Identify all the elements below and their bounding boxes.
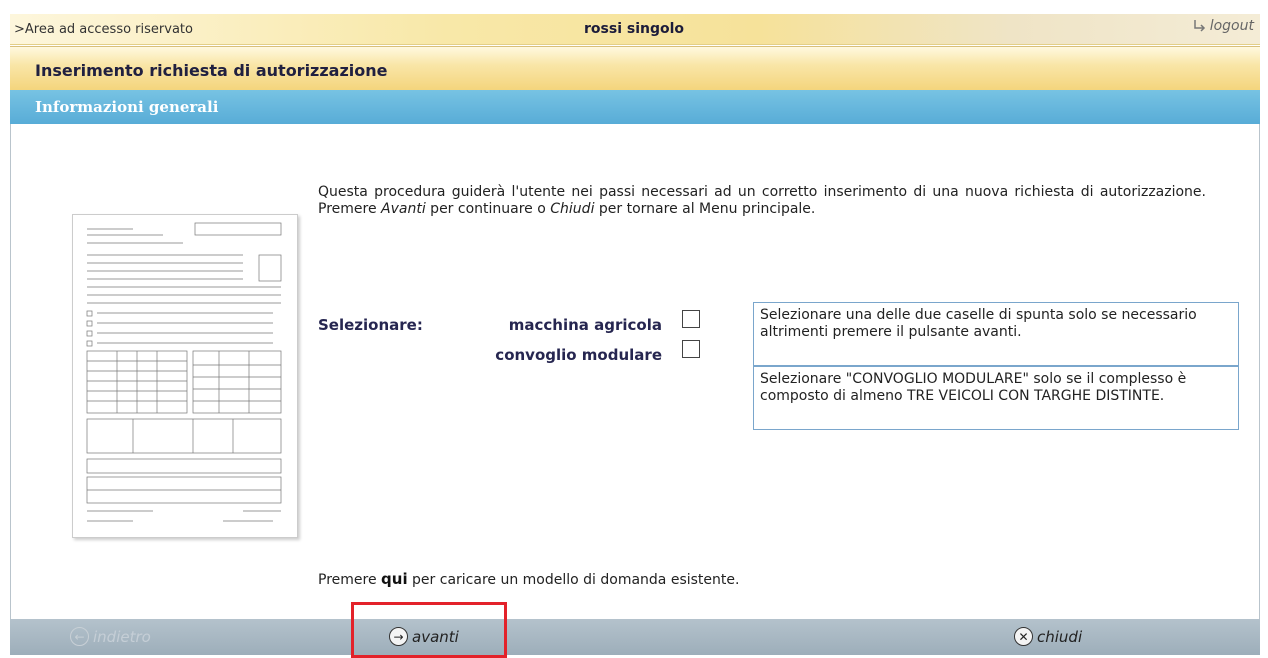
area-label: >Area ad accesso riservato — [14, 22, 193, 37]
close-button-label: chiudi — [1037, 627, 1083, 646]
top-bar: >Area ad accesso riservato rossi singolo… — [10, 14, 1260, 45]
macchina-agricola-checkbox[interactable] — [682, 310, 700, 328]
load-text: Premere — [318, 572, 382, 588]
info-box-convoglio: Selezionare "CONVOGLIO MODULARE" solo se… — [753, 366, 1239, 430]
page-title: Inserimento richiesta di autorizzazione — [35, 61, 388, 80]
convoglio-modulare-checkbox[interactable] — [682, 340, 700, 358]
info-box-checkbox: Selezionare una delle due caselle di spu… — [753, 302, 1239, 366]
logout-label: logout — [1209, 18, 1254, 34]
intro-text-part: per tornare al Menu principale. — [594, 201, 816, 217]
load-model-line: Premere qui per caricare un modello di d… — [318, 570, 739, 588]
logout-link[interactable]: logout — [1192, 18, 1254, 34]
intro-text-part: per continuare o — [425, 201, 551, 217]
option-macchina-agricola-label: macchina agricola — [508, 316, 662, 334]
option-convoglio-modulare-label: convoglio modulare — [495, 346, 662, 364]
back-arrow-icon: ← — [70, 627, 89, 646]
footer-bar: ← indietro → avanti ✕ chiudi — [10, 619, 1260, 655]
logout-arrow-icon — [1193, 20, 1205, 32]
user-name: rossi singolo — [584, 21, 685, 37]
form-thumbnail-image — [72, 214, 298, 538]
intro-chiudi-word: Chiudi — [550, 201, 595, 217]
load-model-link[interactable]: qui — [381, 570, 408, 588]
selection-label: Selezionare: — [318, 316, 423, 334]
close-icon: ✕ — [1014, 627, 1033, 646]
section-title: Informazioni generali — [35, 98, 219, 116]
load-text: per caricare un modello di domanda esist… — [407, 572, 740, 588]
intro-avanti-word: Avanti — [381, 201, 426, 217]
close-button[interactable]: ✕ chiudi — [1014, 627, 1082, 646]
section-header: Informazioni generali — [10, 90, 1260, 125]
page-title-bar: Inserimento richiesta di autorizzazione — [10, 46, 1260, 92]
intro-text: Questa procedura guiderà l'utente nei pa… — [318, 184, 1206, 218]
highlight-box — [351, 602, 507, 658]
back-button-label: indietro — [93, 627, 151, 646]
back-button[interactable]: ← indietro — [70, 627, 151, 646]
